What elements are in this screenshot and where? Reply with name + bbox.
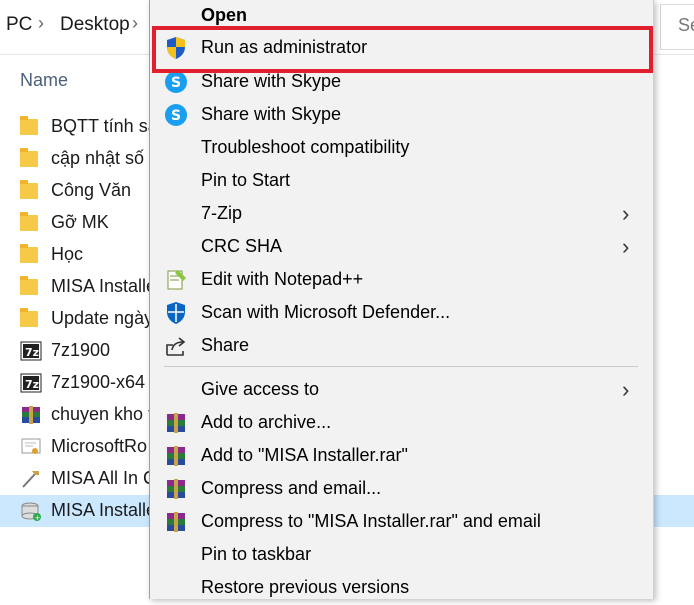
winrar-icon bbox=[167, 413, 185, 433]
folder-icon bbox=[20, 116, 38, 135]
svg-text:7z: 7z bbox=[25, 346, 39, 359]
file-name: Công Văn bbox=[51, 180, 132, 200]
submenu-chevron-icon: › bbox=[622, 234, 630, 259]
file-name: cập nhật số bbox=[51, 148, 145, 168]
7zip-exe-icon: 7z bbox=[20, 341, 42, 361]
share-icon bbox=[166, 337, 186, 356]
menu-item-label: CRC SHA bbox=[201, 236, 283, 256]
skype-icon: S bbox=[165, 104, 187, 126]
menu-item-scan-with-defender[interactable]: Scan with Microsoft Defender... bbox=[150, 297, 653, 330]
submenu-chevron-icon: › bbox=[622, 377, 630, 402]
svg-text:7z: 7z bbox=[25, 378, 39, 391]
menu-item-label: Compress to "MISA Installer.rar" and ema… bbox=[201, 511, 541, 531]
menu-item-share[interactable]: Share bbox=[150, 330, 653, 363]
file-name: MISA All In C bbox=[51, 468, 157, 488]
menu-item-share-with-skype[interactable]: S Share with Skype bbox=[150, 99, 653, 132]
winrar-icon bbox=[167, 512, 185, 532]
file-name: Gỡ MK bbox=[51, 212, 109, 232]
menu-item-label: Give access to bbox=[201, 379, 320, 399]
menu-item-label: Troubleshoot compatibility bbox=[201, 137, 410, 157]
menu-item-compress-and-email[interactable]: Compress and email... bbox=[150, 473, 653, 506]
menu-item-label: 7-Zip bbox=[201, 203, 243, 223]
menu-item-label: Pin to Start bbox=[201, 170, 291, 190]
menu-item-crc-sha[interactable]: CRC SHA › bbox=[150, 231, 653, 264]
file-name: 7z1900 bbox=[51, 340, 111, 360]
folder-icon bbox=[20, 276, 38, 295]
file-name: Học bbox=[51, 244, 84, 264]
file-name: Update ngày bbox=[51, 308, 154, 328]
file-name: chuyen kho t bbox=[51, 404, 154, 424]
setup-tool-icon bbox=[22, 471, 39, 488]
menu-item-label: Pin to taskbar bbox=[201, 544, 312, 564]
menu-item-pin-to-taskbar[interactable]: Pin to taskbar bbox=[150, 539, 653, 572]
file-name: BQTT tính sa bbox=[51, 116, 158, 136]
menu-item-label: Edit with Notepad++ bbox=[201, 269, 364, 289]
menu-item-give-access-to[interactable]: Give access to › bbox=[150, 374, 653, 407]
file-name: MISA Installe bbox=[51, 276, 157, 296]
menu-item-troubleshoot-compatibility[interactable]: Troubleshoot compatibility bbox=[150, 132, 653, 165]
certificate-icon bbox=[21, 438, 41, 454]
file-name: MISA Installe bbox=[51, 500, 157, 520]
breadcrumb-chevron-icon[interactable]: › bbox=[132, 13, 138, 34]
installer-package-icon: + bbox=[21, 502, 41, 521]
menu-item-compress-to-rar-and-email[interactable]: Compress to "MISA Installer.rar" and ema… bbox=[150, 506, 653, 539]
file-name: MicrosoftRo bbox=[51, 436, 148, 456]
menu-item-restore-previous-versions[interactable]: Restore previous versions bbox=[150, 572, 653, 605]
breadcrumb-chevron-icon[interactable]: › bbox=[38, 13, 44, 34]
menu-item-add-to-rar[interactable]: Add to "MISA Installer.rar" bbox=[150, 440, 653, 473]
menu-separator bbox=[164, 366, 638, 367]
folder-icon bbox=[20, 244, 38, 263]
svg-text:S: S bbox=[171, 108, 181, 124]
menu-item-edit-with-notepadpp[interactable]: Edit with Notepad++ bbox=[150, 264, 653, 297]
breadcrumb-pc[interactable]: PC bbox=[6, 14, 32, 36]
file-name: 7z1900-x64 bbox=[51, 372, 146, 392]
menu-item-label: Share with Skype bbox=[201, 71, 342, 91]
highlight-box bbox=[152, 26, 653, 73]
folder-icon bbox=[20, 212, 38, 231]
notepadpp-icon bbox=[167, 270, 186, 290]
menu-item-label: Compress and email... bbox=[201, 478, 382, 498]
context-menu: Open Run as administrator S Share with S… bbox=[149, 0, 654, 599]
menu-item-pin-to-start[interactable]: Pin to Start bbox=[150, 165, 653, 198]
submenu-chevron-icon: › bbox=[622, 201, 630, 226]
search-placeholder: Se bbox=[678, 15, 694, 35]
breadcrumb-desktop[interactable]: Desktop bbox=[60, 14, 130, 36]
winrar-archive-icon bbox=[22, 406, 40, 424]
menu-item-label: Share with Skype bbox=[201, 104, 342, 124]
skype-icon: S bbox=[165, 71, 187, 93]
folder-icon bbox=[20, 180, 38, 199]
menu-item-label: Add to archive... bbox=[201, 412, 332, 432]
folder-icon bbox=[20, 148, 38, 167]
menu-item-label: Add to "MISA Installer.rar" bbox=[201, 445, 408, 465]
folder-icon bbox=[20, 308, 38, 327]
menu-item-add-to-archive[interactable]: Add to archive... bbox=[150, 407, 653, 440]
svg-text:S: S bbox=[171, 75, 181, 91]
defender-icon bbox=[167, 302, 185, 324]
menu-item-label: Open bbox=[201, 5, 248, 25]
column-header-name[interactable]: Name bbox=[20, 70, 68, 91]
winrar-icon bbox=[167, 479, 185, 499]
menu-item-label: Restore previous versions bbox=[201, 577, 410, 597]
svg-text:+: + bbox=[35, 514, 41, 521]
menu-item-label: Scan with Microsoft Defender... bbox=[201, 302, 451, 322]
menu-item-label: Share bbox=[201, 335, 250, 355]
7zip-exe-icon: 7z bbox=[20, 373, 42, 393]
winrar-icon bbox=[167, 446, 185, 466]
menu-item-7-zip[interactable]: 7-Zip › bbox=[150, 198, 653, 231]
